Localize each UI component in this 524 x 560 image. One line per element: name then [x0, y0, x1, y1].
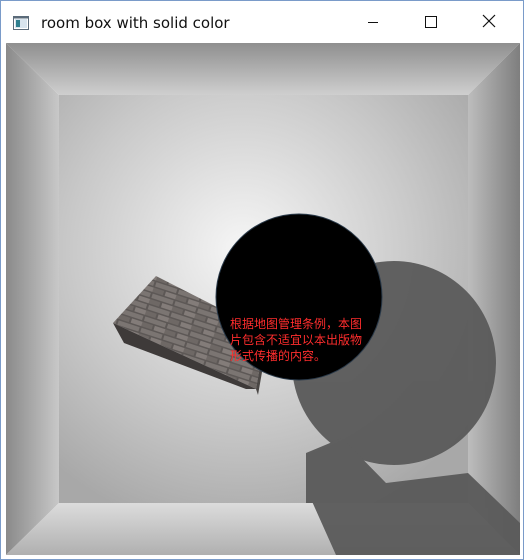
close-icon — [482, 13, 496, 32]
minimize-button[interactable] — [344, 1, 402, 43]
app-window-icon — [13, 15, 29, 30]
maximize-icon — [425, 13, 437, 32]
title-bar[interactable]: room box with solid color — [1, 1, 523, 43]
room-ceiling — [6, 43, 520, 95]
room-left-wall — [6, 43, 59, 555]
3d-viewport[interactable]: 根据地图管理条例，本图片包含不适宜以本出版物形式传播的内容。 — [6, 43, 520, 555]
close-button[interactable] — [460, 1, 518, 43]
minimize-icon — [367, 13, 379, 32]
window-title: room box with solid color — [41, 14, 230, 32]
room-right-wall — [468, 43, 520, 555]
app-window: room box with solid color 根据地图管理条例，本图片包含… — [0, 0, 524, 560]
content-notice: 根据地图管理条例，本图片包含不适宜以本出版物形式传播的内容。 — [230, 317, 363, 363]
maximize-button[interactable] — [402, 1, 460, 43]
